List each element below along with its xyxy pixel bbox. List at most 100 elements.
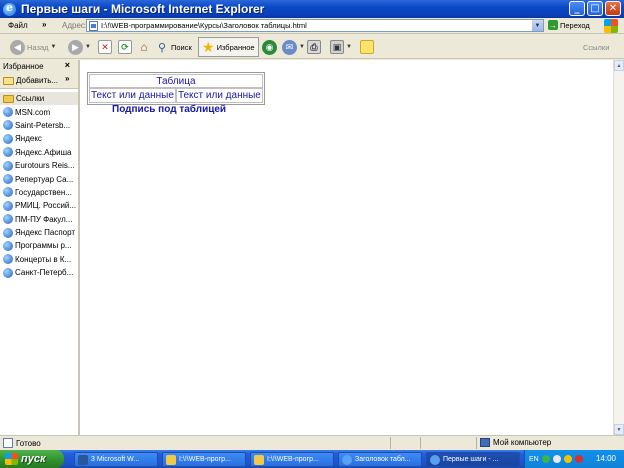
status-divider (420, 437, 421, 449)
address-value[interactable]: I:\!\WEB-программирование\Курсы\Заголово… (101, 21, 307, 30)
language-indicator[interactable]: EN (529, 456, 539, 463)
list-item-label: Репертуар Са... (15, 174, 74, 184)
maximize-button[interactable]: □ (587, 1, 603, 16)
go-button[interactable]: → Переход (548, 20, 590, 30)
media-icon: ◉ (262, 39, 277, 55)
list-item[interactable]: РМИЦ. Россий... (0, 199, 78, 212)
status-divider (476, 437, 477, 449)
table-cell: Текст или данные (89, 88, 176, 103)
web-page-icon (3, 214, 13, 225)
home-button[interactable]: ⌂ (137, 38, 151, 56)
list-item-label: Ссылки (16, 94, 45, 104)
list-item[interactable]: Яндекс Паспорт (0, 226, 78, 239)
table-row: Текст или данные Текст или данные (89, 88, 263, 103)
address-field[interactable]: I:\!\WEB-программирование\Курсы\Заголово… (86, 19, 544, 32)
sidebar-close-icon[interactable]: × (65, 60, 70, 70)
add-favorite-icon (3, 76, 14, 85)
search-button[interactable]: ⚲ Поиск (155, 38, 192, 56)
tray-icon[interactable] (563, 455, 572, 463)
taskbar-item-label: 3 Microsoft W... (91, 456, 140, 463)
web-page-icon (3, 120, 13, 131)
stop-button[interactable]: ✕ (98, 38, 112, 56)
list-item-label: MSN.com (15, 107, 51, 117)
tray-icon[interactable] (552, 455, 561, 463)
edit-dropdown-icon[interactable]: ▼ (346, 44, 352, 50)
web-page-icon (3, 160, 13, 171)
back-button[interactable]: ◀ Назад ▼ (10, 38, 56, 56)
refresh-icon: ⟳ (118, 40, 132, 54)
close-button[interactable]: ✕ (605, 1, 621, 16)
favorites-label: Избранное (216, 42, 255, 52)
table-caption: Таблица (89, 74, 263, 88)
refresh-button[interactable]: ⟳ (118, 38, 132, 56)
list-item[interactable]: Яндекс.Афиша (0, 146, 78, 159)
home-icon: ⌂ (140, 40, 148, 54)
sidebar-title: Избранное (3, 62, 44, 71)
favorites-list: Ссылки MSN.com Saint-Petersb... Яндекс Я… (0, 89, 78, 279)
links-button[interactable]: Ссылки (583, 38, 609, 56)
web-page-icon (3, 107, 13, 118)
scroll-down-icon[interactable]: ▼ (614, 424, 624, 435)
list-item[interactable]: Государствен... (0, 186, 78, 199)
status-text: Готово (16, 438, 41, 448)
back-dropdown-icon[interactable]: ▼ (51, 44, 57, 50)
edit-button[interactable]: ▣ ▼ (330, 38, 352, 56)
taskbar-item[interactable]: I:\!\WEB-прогр... (162, 452, 246, 467)
zone-label: Мой компьютер (493, 438, 552, 447)
mail-button[interactable]: ✉ ▼ (282, 38, 305, 56)
list-item[interactable]: Eurotours Reis... (0, 159, 78, 172)
media-button[interactable]: ◉ (262, 38, 277, 56)
stop-icon: ✕ (98, 40, 112, 54)
taskbar-item-active[interactable]: Первые шаги - ... (426, 452, 520, 467)
web-page-icon (3, 227, 13, 238)
favorites-button[interactable]: ★ Избранное (198, 37, 259, 57)
menu-file[interactable]: Файл (8, 21, 28, 30)
taskbar-item-label: Заголовок табл... (355, 456, 411, 463)
tray-icon[interactable] (541, 455, 550, 463)
list-item-label: Государствен... (15, 187, 72, 197)
mail-icon: ✉ (282, 39, 297, 55)
add-favorite-button[interactable]: Добавить... » (0, 73, 78, 89)
list-item[interactable]: ПМ-ПУ Факул... (0, 213, 78, 226)
messenger-button[interactable] (360, 38, 374, 56)
forward-dropdown-icon[interactable]: ▼ (85, 44, 91, 50)
start-button[interactable]: пуск (0, 450, 64, 468)
web-page-icon (3, 147, 13, 158)
vertical-scrollbar[interactable]: ▲ ▼ (613, 60, 624, 435)
taskbar-item[interactable]: Заголовок табл... (338, 452, 422, 467)
tray-icon[interactable] (574, 455, 583, 463)
ie-icon (342, 454, 352, 465)
favorites-sidebar: Избранное × Добавить... » Ссылки MSN.com… (0, 60, 78, 435)
list-item[interactable]: Репертуар Са... (0, 172, 78, 185)
go-arrow-icon: → (548, 20, 558, 30)
list-item[interactable]: Saint-Petersb... (0, 119, 78, 132)
address-label: Адрес: (62, 21, 88, 30)
taskbar-item-label: I:\!\WEB-прогр... (267, 456, 319, 463)
print-button[interactable]: ⎙ (307, 38, 321, 56)
list-item-label: Saint-Petersb... (15, 120, 71, 130)
list-item[interactable]: Санкт-Петерб... (0, 266, 78, 279)
minimize-button[interactable]: _ (569, 1, 585, 16)
web-page-icon (3, 187, 13, 198)
list-item[interactable]: MSN.com (0, 105, 78, 118)
back-arrow-icon: ◀ (10, 39, 25, 55)
web-page-icon (3, 133, 13, 144)
mail-dropdown-icon[interactable]: ▼ (299, 44, 305, 50)
list-item[interactable]: Концерты в К... (0, 253, 78, 266)
search-label: Поиск (171, 42, 192, 52)
forward-button[interactable]: ▶ ▼ (68, 38, 91, 56)
taskbar-item[interactable]: I:\!\WEB-прогр... (250, 452, 334, 467)
sidebar-chevron-icon[interactable]: » (65, 74, 69, 83)
caption-below-table: Подпись под таблицей (112, 104, 227, 115)
title-bar: Первые шаги - Microsoft Internet Explore… (0, 0, 624, 18)
note-icon (360, 40, 374, 54)
address-dropdown-icon[interactable]: ▼ (532, 20, 543, 31)
taskbar-item[interactable]: 3 Microsoft W... (74, 452, 158, 467)
add-favorite-label: Добавить... (16, 76, 59, 85)
menu-chevron-icon[interactable]: » (42, 20, 46, 29)
scroll-up-icon[interactable]: ▲ (614, 60, 624, 71)
demo-table: Таблица Текст или данные Текст или данны… (87, 72, 265, 105)
list-item[interactable]: Программы р... (0, 239, 78, 252)
list-item[interactable]: Ссылки (0, 92, 78, 106)
list-item[interactable]: Яндекс (0, 132, 78, 145)
